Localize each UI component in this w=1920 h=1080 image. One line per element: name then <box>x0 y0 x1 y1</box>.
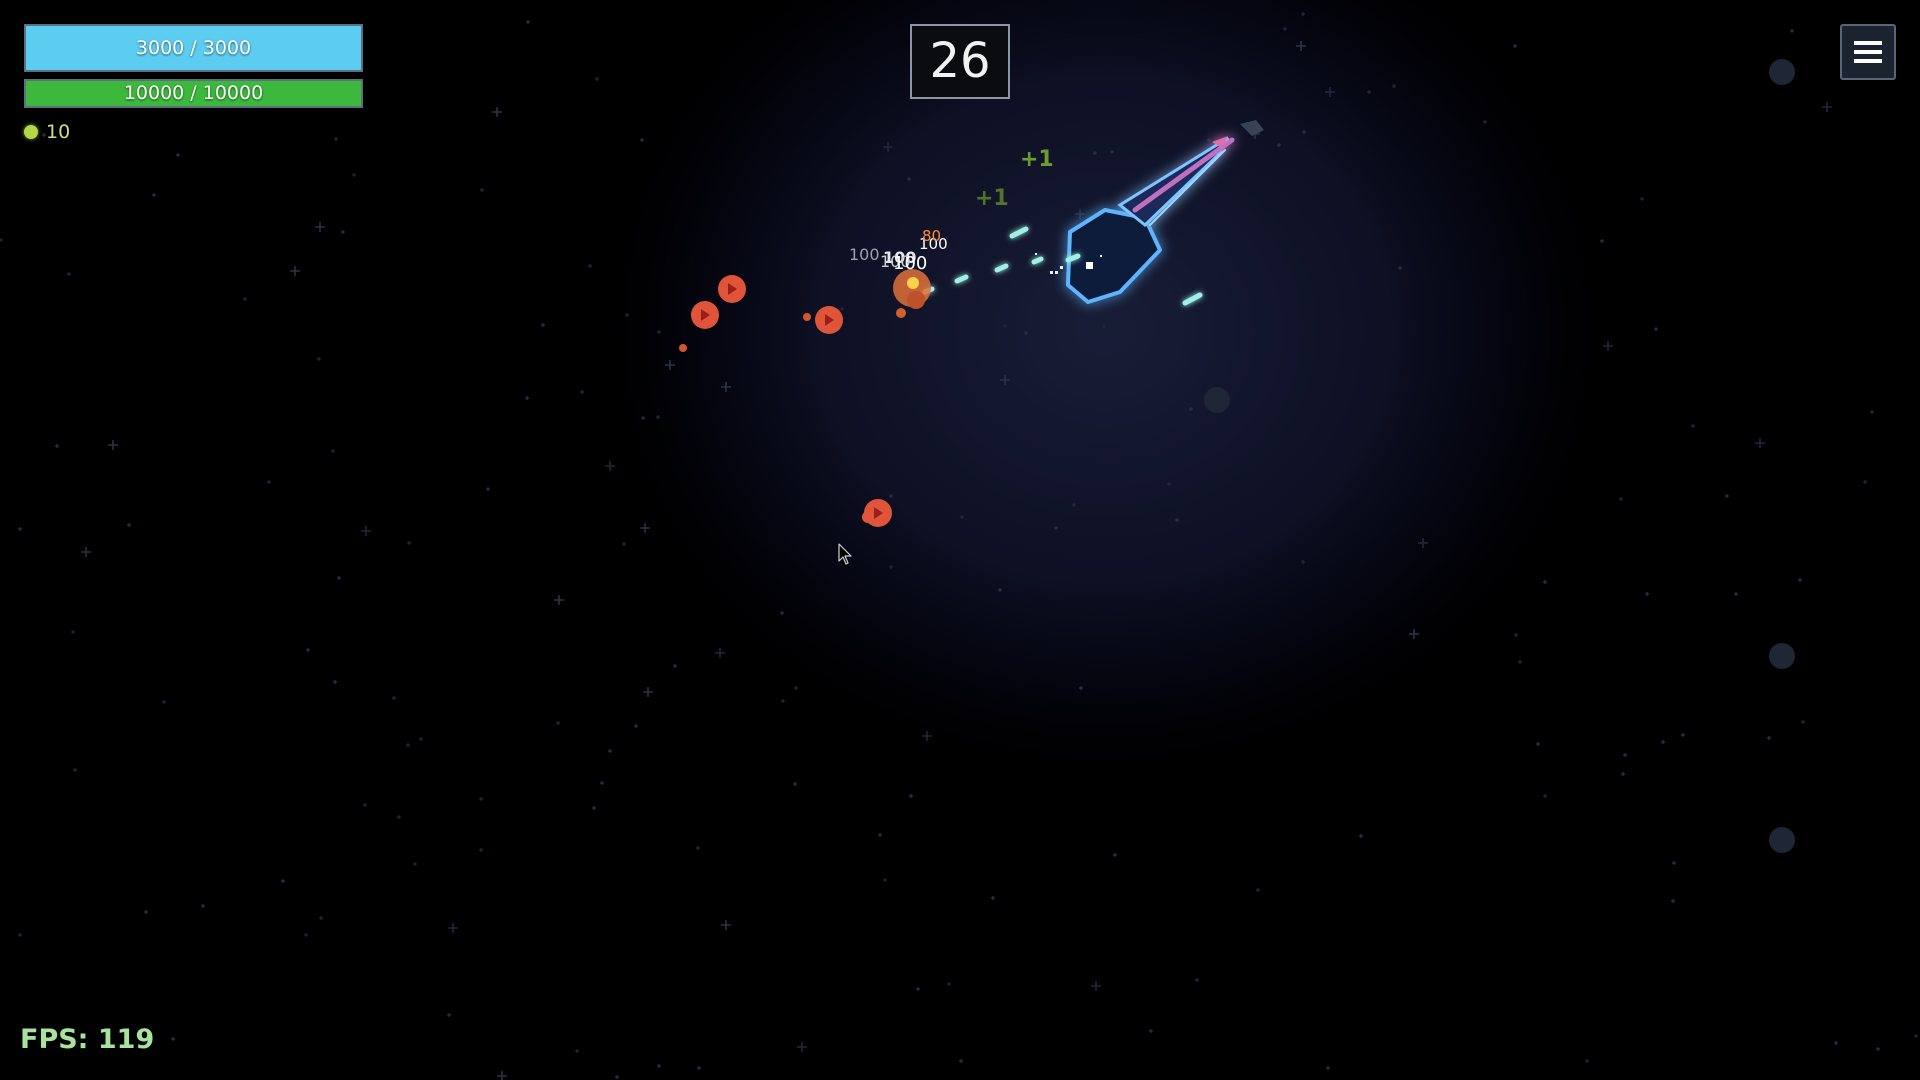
hamburger-menu-icon <box>1854 41 1882 45</box>
planet-marker <box>1769 827 1795 853</box>
shield-bar: 3000 / 3000 <box>24 24 363 72</box>
planet-marker <box>1769 643 1795 669</box>
hamburger-menu-icon-line <box>1854 59 1882 63</box>
health-value: 10000 / 10000 <box>123 82 264 104</box>
coin-icon <box>24 125 38 139</box>
enemy-drone <box>691 301 719 329</box>
shield-value: 3000 / 3000 <box>135 37 252 59</box>
damage-number: 100 <box>893 253 928 274</box>
currency-counter: 10 <box>24 120 70 144</box>
crit-damage-number: 80 <box>922 227 942 245</box>
wave-counter: 26 <box>910 24 1010 99</box>
game-scene <box>0 0 1920 1080</box>
enemy-drone <box>718 275 746 303</box>
menu-button[interactable] <box>1840 24 1896 80</box>
fps-counter: FPS: 119 <box>20 1024 155 1055</box>
laser-bolt <box>1031 256 1044 265</box>
pickup-text: +1 <box>1020 147 1054 172</box>
hamburger-menu-icon-line <box>1854 50 1882 54</box>
enemy-drone <box>815 306 843 334</box>
enemy-bullet <box>679 344 687 352</box>
health-bar: 10000 / 10000 <box>24 79 363 108</box>
coin-count: 10 <box>46 121 71 143</box>
damage-number: 100 <box>849 245 880 264</box>
planet-marker <box>1204 387 1230 413</box>
pickup-text: +1 <box>975 186 1009 211</box>
planet-marker <box>1769 59 1795 85</box>
enemy-bullet <box>803 313 811 321</box>
mouse-cursor-icon <box>838 543 852 565</box>
ship-core <box>1086 262 1093 269</box>
